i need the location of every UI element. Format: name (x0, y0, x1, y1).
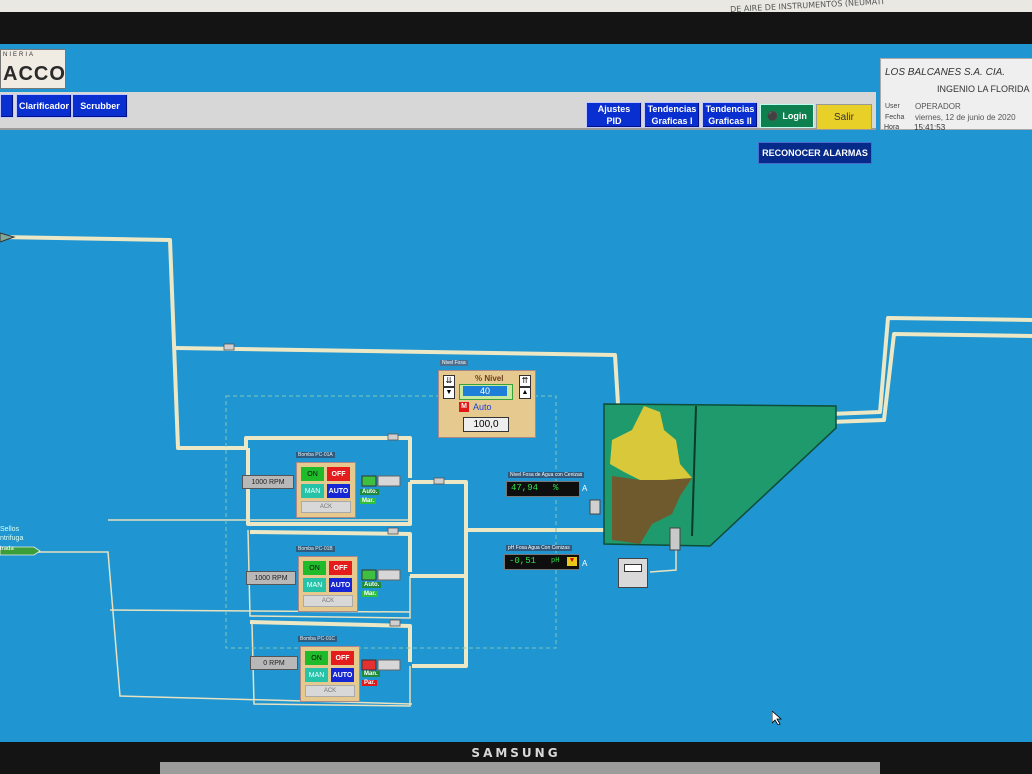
monitor-stand (160, 762, 880, 774)
pump-b-state-run: Mar. (362, 591, 379, 597)
logo-top-text: NIERIA (3, 52, 36, 58)
ph-analyzer-display (624, 564, 642, 572)
ingenio-name: INGENIO LA FLORIDA (937, 84, 1030, 94)
pump-icons (361, 475, 401, 671)
ph-readout-value: -0,51 (509, 556, 537, 566)
sellos-label: Sellos (0, 526, 20, 533)
pump-b-on-button[interactable]: ON (303, 561, 326, 575)
ph-readout: -0,51 pH ▼ (504, 554, 580, 570)
key-icon: ⚫ (767, 110, 779, 121)
pump-c-state-mode: Man. (362, 671, 380, 677)
up-icon[interactable]: ▲ (519, 387, 531, 399)
down-icon[interactable]: ▼ (443, 387, 455, 399)
pump-a-off-button[interactable]: OFF (327, 467, 350, 481)
logo-main-text: ACCO (3, 63, 66, 85)
tendencias-graficas-1-button[interactable]: Tendencias Graficas I (644, 102, 700, 128)
user-value: OPERADOR (915, 102, 961, 111)
pump-c-man-button[interactable]: MAN (305, 668, 328, 682)
pump-b-state-mode: Auto. (362, 582, 382, 588)
ph-analyzer-icon[interactable] (618, 558, 648, 588)
level-readout-mode: A (582, 484, 588, 493)
nivel-label: % Nivel (475, 374, 504, 383)
entrada-tag[interactable]: trada (0, 546, 14, 552)
ph-readout-unit: pH (551, 557, 560, 565)
pump-b-ack-button[interactable]: ACK (303, 595, 353, 607)
ph-readout-label: pH Fosa Agua Con Cenizas (506, 545, 572, 551)
pump-b-title: Bomba PC-01B (296, 546, 335, 552)
pump-a-ack-button[interactable]: ACK (301, 501, 351, 513)
pump-c-auto-button[interactable]: AUTO (331, 668, 354, 682)
tend2-label-line2: Graficas II (708, 116, 752, 126)
login-button[interactable]: ⚫ Login (760, 104, 814, 128)
scrubber-button[interactable]: Scrubber (72, 94, 128, 118)
pump-a-on-button[interactable]: ON (301, 467, 324, 481)
level-readout-unit: % (553, 483, 559, 493)
nivel-faceplate-title: Nivel Fosa (440, 360, 468, 366)
inlet-pipe (0, 235, 246, 450)
pump-b-auto-button[interactable]: AUTO (329, 578, 352, 592)
pump-c-rpm: 0 RPM (250, 656, 298, 670)
login-label: Login (782, 111, 807, 121)
pump-a-title: Bomba PC-01A (296, 452, 335, 458)
pump-c-ack-button[interactable]: ACK (305, 685, 355, 697)
scada-screen: NIERIA ACCO Clarificador Scrubber Ajuste… (0, 44, 1032, 742)
level-readout-label: Nivel Fosa de Agua con Cenizas (508, 472, 585, 478)
tend1-label-line2: Graficas I (651, 116, 693, 126)
pump-a-faceplate: ON OFF MAN AUTO ACK (296, 462, 356, 518)
setpoint-input[interactable]: 40 (463, 386, 507, 396)
pump-b-rpm: 1000 RPM (246, 571, 296, 585)
mode-label: Auto (473, 402, 492, 412)
salir-button[interactable]: Salir (816, 104, 872, 130)
mouse-cursor-icon (772, 711, 782, 725)
hora-value: 15:41:53 (914, 123, 946, 132)
pump-b-faceplate: ON OFF MAN AUTO ACK (298, 556, 358, 612)
hora-label: Hora (884, 124, 900, 131)
nivel-value: 100,0 (463, 417, 509, 432)
pump-a-state-mode: Auto. (360, 489, 380, 495)
pump-c-on-button[interactable]: ON (305, 651, 328, 665)
pump-c-off-button[interactable]: OFF (331, 651, 354, 665)
ajustes-label-line2: PID (606, 116, 622, 126)
pump-b-man-button[interactable]: MAN (303, 578, 326, 592)
level-transmitter (589, 499, 601, 515)
clarificador-button[interactable]: Clarificador (16, 94, 72, 118)
info-panel: LOS BALCANES S.A. CIA. INGENIO LA FLORID… (880, 58, 1032, 130)
tank-outlet-pipe (829, 316, 1032, 416)
ajustes-label-line1: Ajustes (597, 104, 631, 114)
fecha-value: viernes, 12 de junio de 2020 (915, 113, 1016, 122)
nav-button-partial[interactable] (0, 94, 14, 118)
pump-a-state-run: Mar. (360, 498, 377, 504)
fast-up-icon[interactable]: ⇈ (519, 375, 531, 387)
ajustes-pid-button[interactable]: Ajustes PID (586, 102, 642, 128)
pump-a-auto-button[interactable]: AUTO (327, 484, 350, 498)
tend1-label-line1: Tendencias (647, 104, 697, 114)
tendencias-graficas-2-button[interactable]: Tendencias Graficas II (702, 102, 758, 128)
pump-c-title: Bomba PC-01C (298, 636, 338, 642)
level-readout-value: 47,94 (511, 483, 539, 493)
pump-c-state-run: Par. (362, 680, 378, 686)
ph-alarm-icon[interactable]: ▼ (567, 557, 577, 566)
pump-a-man-button[interactable]: MAN (301, 484, 324, 498)
company-logo: NIERIA ACCO (0, 49, 66, 89)
company-name: LOS BALCANES S.A. CIA. (885, 67, 1006, 78)
user-label: User (885, 103, 900, 110)
level-readout: 47,94 % (506, 481, 580, 497)
tank-outlet-pipe-2 (829, 332, 1032, 424)
centrifuge-line-3 (109, 609, 411, 613)
ph-readout-mode: A (582, 559, 588, 568)
fast-down-icon[interactable]: ⇊ (443, 375, 455, 387)
pump-a-rpm: 1000 RPM (242, 475, 294, 489)
manual-mode-button[interactable]: M (459, 402, 469, 412)
tend2-label-line1: Tendencias (705, 104, 755, 114)
centrifuga-label: ntrifuga (0, 535, 24, 542)
nivel-faceplate: ⇊ ▼ % Nivel 40 ⇈ ▲ M Auto 100,0 (438, 370, 536, 438)
pump-c-faceplate: ON OFF MAN AUTO ACK (300, 646, 360, 702)
pump-b-off-button[interactable]: OFF (329, 561, 352, 575)
fecha-label: Fecha (885, 114, 905, 121)
monitor-brand: SAMSUNG (471, 746, 561, 760)
inlet-arrow (0, 232, 16, 243)
ph-probe (669, 527, 681, 551)
reconocer-alarmas-button[interactable]: RECONOCER ALARMAS (758, 142, 872, 164)
